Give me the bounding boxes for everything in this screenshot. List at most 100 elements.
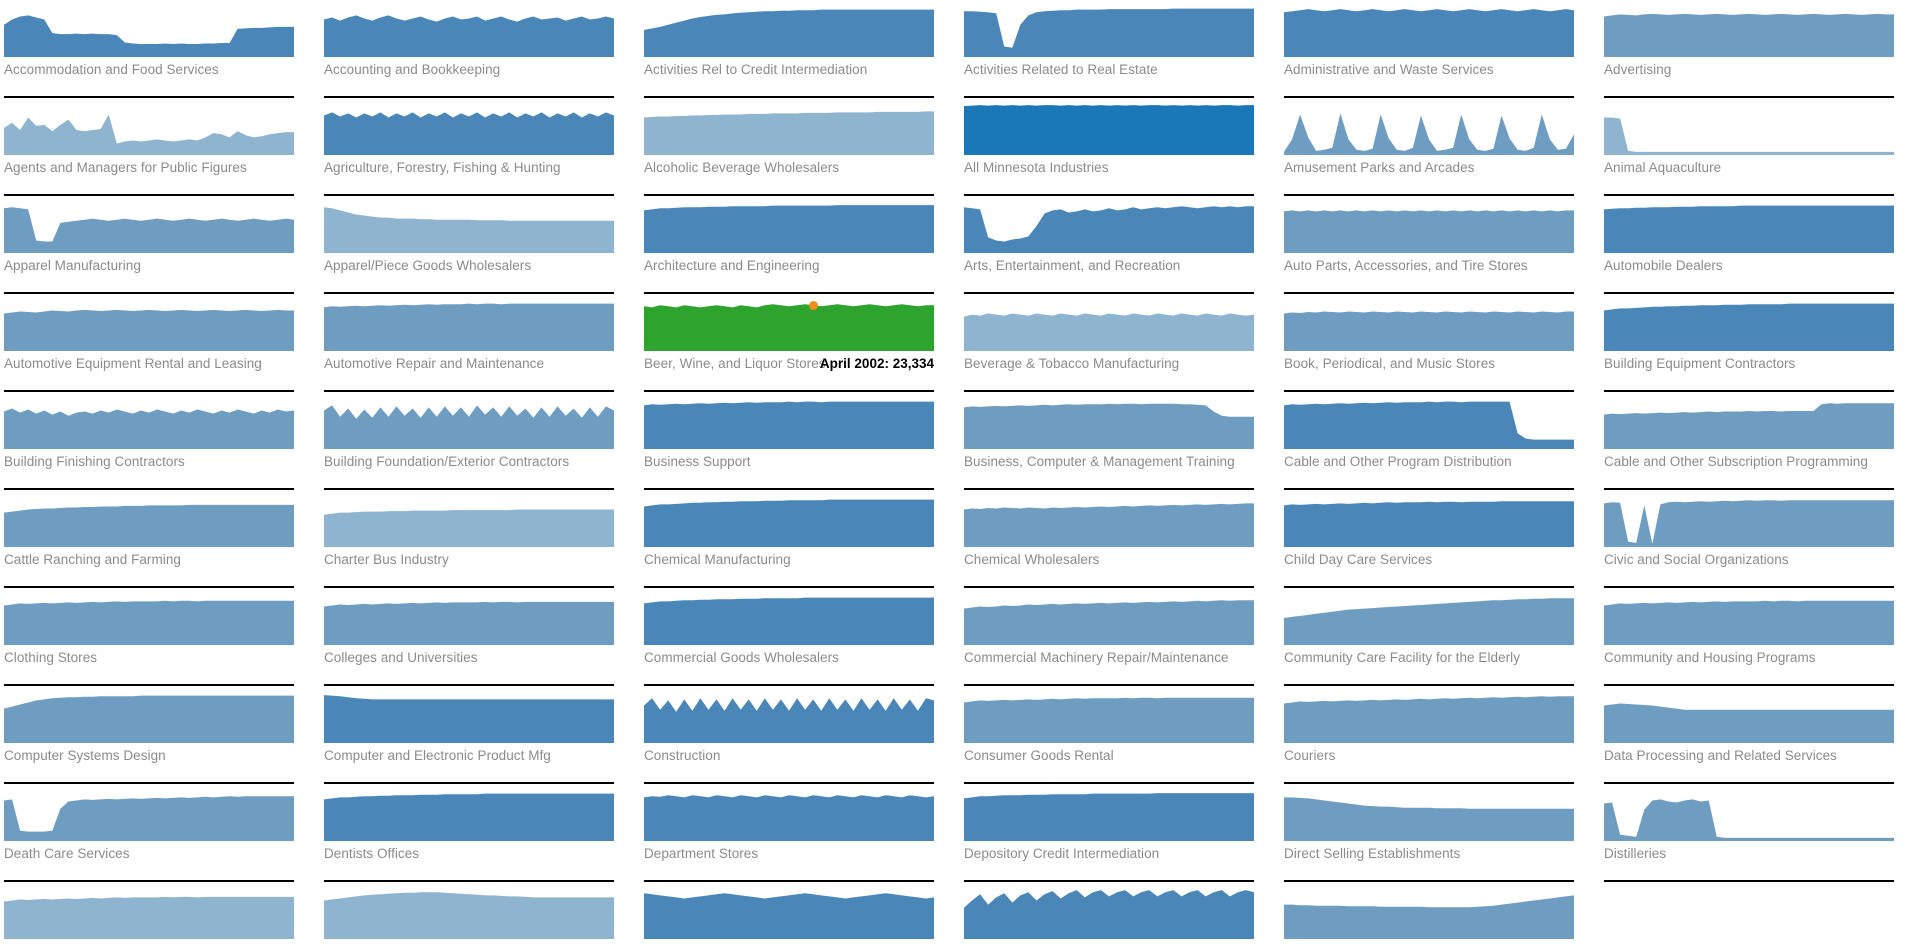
sparkline-cell[interactable]: Automotive Repair and Maintenance — [320, 294, 640, 392]
sparkline-plot[interactable] — [324, 397, 614, 449]
sparkline-cell[interactable]: Dentists Offices — [320, 784, 640, 882]
sparkline-plot[interactable] — [644, 789, 934, 841]
sparkline-cell[interactable]: Business Support — [640, 392, 960, 490]
sparkline-plot[interactable] — [324, 103, 614, 155]
sparkline-cell[interactable]: Couriers — [1280, 686, 1600, 784]
sparkline-plot[interactable] — [1284, 789, 1574, 841]
sparkline-cell[interactable]: Arts, Entertainment, and Recreation — [960, 196, 1280, 294]
sparkline-plot[interactable] — [644, 495, 934, 547]
sparkline-plot[interactable] — [644, 887, 934, 939]
sparkline-cell[interactable]: Apparel/Piece Goods Wholesalers — [320, 196, 640, 294]
sparkline-plot[interactable] — [964, 103, 1254, 155]
sparkline-cell[interactable]: Activities Rel to Credit Intermediation — [640, 0, 960, 98]
sparkline-cell[interactable]: Activities Related to Real Estate — [960, 0, 1280, 98]
sparkline-cell[interactable]: Commercial Machinery Repair/Maintenance — [960, 588, 1280, 686]
sparkline-cell[interactable]: Computer Systems Design — [0, 686, 320, 784]
sparkline-cell[interactable]: Apparel Manufacturing — [0, 196, 320, 294]
sparkline-plot[interactable] — [4, 593, 294, 645]
sparkline-cell[interactable]: Amusement Parks and Arcades — [1280, 98, 1600, 196]
sparkline-plot[interactable] — [644, 201, 934, 253]
sparkline-plot[interactable] — [324, 691, 614, 743]
sparkline-cell[interactable]: Educational Services — [960, 882, 1280, 946]
sparkline-plot[interactable] — [324, 789, 614, 841]
sparkline-cell[interactable]: Department Stores — [640, 784, 960, 882]
sparkline-plot[interactable] — [1604, 299, 1894, 351]
sparkline-plot[interactable] — [964, 887, 1254, 939]
sparkline-plot[interactable] — [1284, 397, 1574, 449]
sparkline-cell[interactable]: Auto Parts, Accessories, and Tire Stores — [1280, 196, 1600, 294]
sparkline-cell[interactable]: Community Care Facility for the Elderly — [1280, 588, 1600, 686]
sparkline-cell[interactable]: Automotive Equipment Rental and Leasing — [0, 294, 320, 392]
sparkline-cell[interactable]: Accounting and Bookkeeping — [320, 0, 640, 98]
sparkline-cell[interactable]: Alcoholic Beverage Wholesalers — [640, 98, 960, 196]
sparkline-plot[interactable] — [1284, 299, 1574, 351]
sparkline-cell[interactable]: Electric Power Generation — [1280, 882, 1600, 946]
sparkline-plot[interactable] — [324, 5, 614, 57]
sparkline-cell[interactable]: Commercial Goods Wholesalers — [640, 588, 960, 686]
sparkline-cell[interactable]: Durable Goods Wholesalers — [640, 882, 960, 946]
sparkline-cell[interactable]: Construction — [640, 686, 960, 784]
sparkline-cell[interactable]: Beverage & Tobacco Manufacturing — [960, 294, 1280, 392]
sparkline-cell[interactable]: Cable and Other Subscription Programming — [1600, 392, 1920, 490]
sparkline-cell[interactable]: Accommodation and Food Services — [0, 0, 320, 98]
sparkline-plot[interactable] — [964, 201, 1254, 253]
sparkline-plot[interactable] — [1284, 495, 1574, 547]
sparkline-cell[interactable]: Direct Selling Establishments — [1280, 784, 1600, 882]
sparkline-cell[interactable]: Community and Housing Programs — [1600, 588, 1920, 686]
sparkline-cell[interactable]: Consumer Goods Rental — [960, 686, 1280, 784]
sparkline-plot[interactable] — [964, 593, 1254, 645]
sparkline-cell[interactable]: Drugs and Druggists Sundries Wholesalers — [320, 882, 640, 946]
sparkline-cell[interactable]: Automobile Dealers — [1600, 196, 1920, 294]
sparkline-plot[interactable] — [324, 495, 614, 547]
sparkline-plot[interactable] — [964, 495, 1254, 547]
sparkline-cell[interactable]: Charter Bus Industry — [320, 490, 640, 588]
sparkline-plot[interactable] — [4, 887, 294, 939]
sparkline-cell[interactable]: Drinking Places — [0, 882, 320, 946]
sparkline-plot[interactable] — [324, 299, 614, 351]
sparkline-plot[interactable] — [1604, 789, 1894, 841]
sparkline-cell[interactable]: Advertising — [1600, 0, 1920, 98]
sparkline-plot[interactable] — [964, 691, 1254, 743]
sparkline-plot[interactable] — [964, 397, 1254, 449]
sparkline-plot[interactable] — [1284, 691, 1574, 743]
sparkline-cell[interactable]: Book, Periodical, and Music Stores — [1280, 294, 1600, 392]
sparkline-plot[interactable] — [4, 201, 294, 253]
sparkline-plot[interactable] — [1284, 5, 1574, 57]
sparkline-cell[interactable]: Computer and Electronic Product Mfg — [320, 686, 640, 784]
sparkline-plot[interactable] — [4, 495, 294, 547]
sparkline-plot[interactable] — [1284, 887, 1574, 939]
sparkline-cell[interactable]: Chemical Wholesalers — [960, 490, 1280, 588]
sparkline-cell[interactable]: Cattle Ranching and Farming — [0, 490, 320, 588]
sparkline-plot[interactable] — [4, 5, 294, 57]
sparkline-plot[interactable] — [4, 691, 294, 743]
sparkline-cell[interactable]: Cable and Other Program Distribution — [1280, 392, 1600, 490]
sparkline-cell[interactable]: Civic and Social Organizations — [1600, 490, 1920, 588]
sparkline-cell[interactable]: Animal Aquaculture — [1600, 98, 1920, 196]
sparkline-plot[interactable] — [4, 299, 294, 351]
sparkline-plot[interactable] — [964, 789, 1254, 841]
sparkline-plot[interactable] — [644, 103, 934, 155]
sparkline-cell[interactable]: Business, Computer & Management Training — [960, 392, 1280, 490]
sparkline-plot[interactable] — [1604, 103, 1894, 155]
sparkline-cell[interactable]: Agriculture, Forestry, Fishing & Hunting — [320, 98, 640, 196]
sparkline-plot[interactable] — [1284, 593, 1574, 645]
sparkline-cell[interactable]: Administrative and Waste Services — [1280, 0, 1600, 98]
sparkline-plot[interactable] — [324, 201, 614, 253]
sparkline-plot[interactable] — [1284, 103, 1574, 155]
sparkline-plot[interactable] — [1604, 495, 1894, 547]
sparkline-plot[interactable] — [644, 397, 934, 449]
sparkline-cell[interactable]: Chemical Manufacturing — [640, 490, 960, 588]
sparkline-plot[interactable] — [4, 397, 294, 449]
sparkline-plot[interactable] — [1604, 691, 1894, 743]
sparkline-plot[interactable] — [644, 299, 934, 351]
sparkline-cell[interactable]: Building Finishing Contractors — [0, 392, 320, 490]
sparkline-plot[interactable] — [4, 789, 294, 841]
sparkline-cell[interactable]: Agents and Managers for Public Figures — [0, 98, 320, 196]
sparkline-plot[interactable] — [1604, 593, 1894, 645]
sparkline-cell[interactable]: Data Processing and Related Services — [1600, 686, 1920, 784]
sparkline-plot[interactable] — [1284, 201, 1574, 253]
sparkline-cell[interactable]: Clothing Stores — [0, 588, 320, 686]
sparkline-plot[interactable] — [644, 691, 934, 743]
sparkline-plot[interactable] — [324, 887, 614, 939]
sparkline-cell[interactable]: Building Foundation/Exterior Contractors — [320, 392, 640, 490]
